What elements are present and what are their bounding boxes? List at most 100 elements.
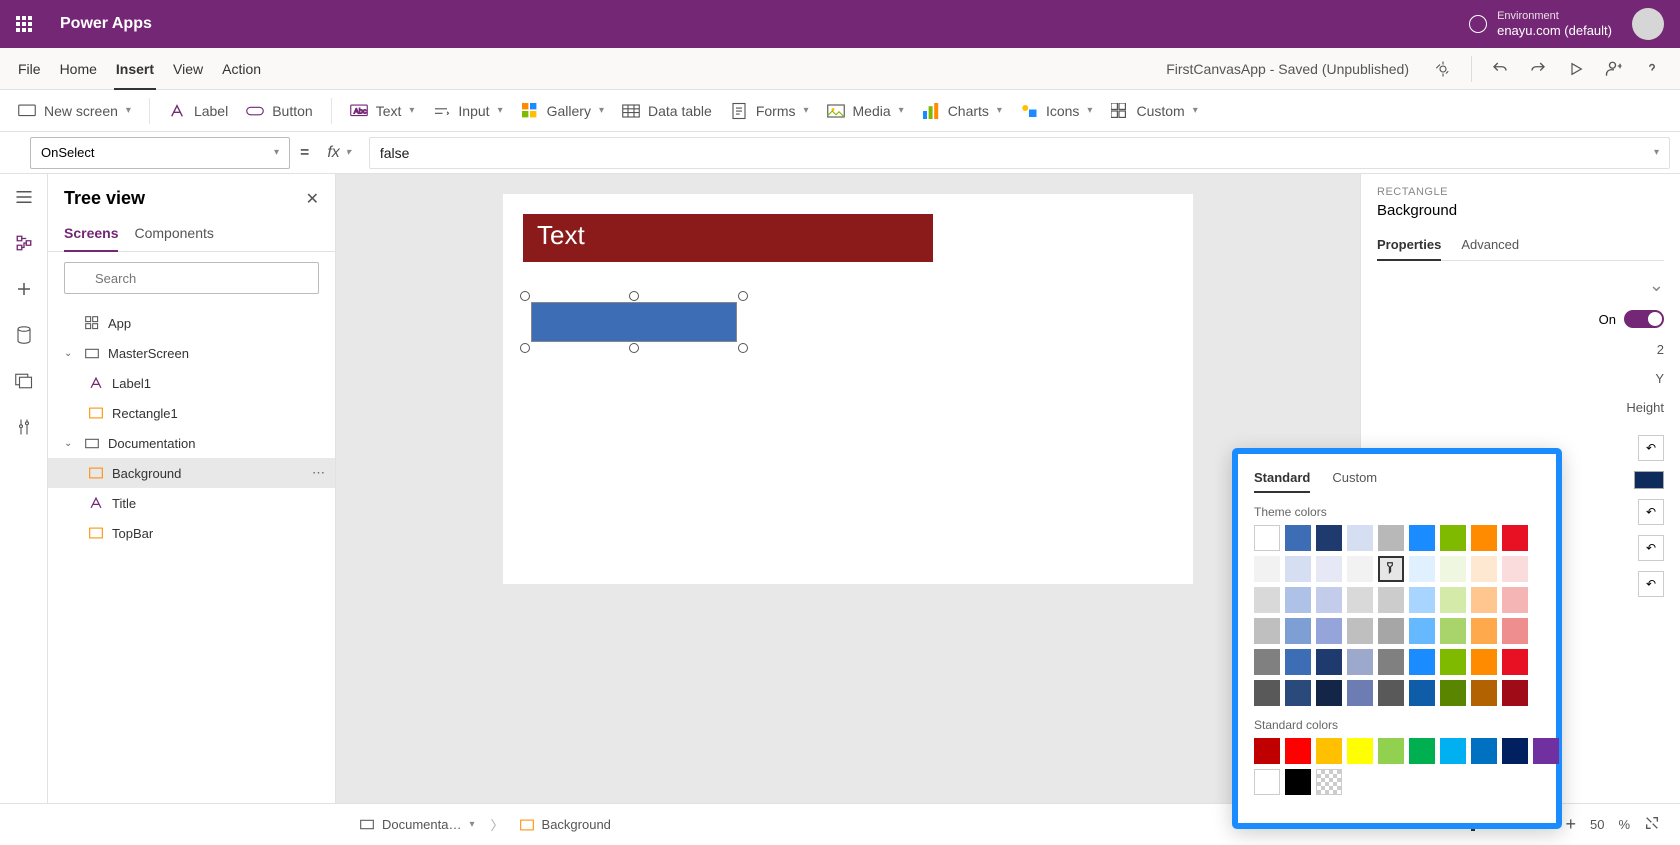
canvas-area[interactable]: Text — [336, 174, 1360, 803]
color-swatch[interactable] — [1254, 556, 1280, 582]
color-swatch[interactable] — [1316, 587, 1342, 613]
tree-node-masterscreen[interactable]: ⌄ MasterScreen — [48, 338, 335, 368]
zoom-in-icon[interactable]: + — [1565, 814, 1576, 835]
search-input[interactable] — [64, 262, 319, 294]
color-swatch[interactable] — [1409, 587, 1435, 613]
media-dropdown[interactable]: Media ▾ — [827, 102, 904, 120]
custom-dropdown[interactable]: Custom ▾ — [1110, 102, 1197, 120]
color-reset-icon[interactable]: ↶ — [1638, 435, 1664, 461]
color-swatch[interactable] — [1409, 618, 1435, 644]
color-swatch[interactable] — [1471, 738, 1497, 764]
data-icon[interactable] — [13, 324, 35, 346]
color-swatch[interactable] — [1347, 680, 1373, 706]
gallery-dropdown[interactable]: Gallery ▾ — [521, 102, 604, 120]
visible-toggle[interactable] — [1624, 310, 1664, 328]
tree-node-documentation[interactable]: ⌄ Documentation — [48, 428, 335, 458]
color-swatch[interactable] — [1502, 649, 1528, 675]
color-swatch[interactable] — [1285, 769, 1311, 795]
color-swatch[interactable] — [1347, 525, 1373, 551]
color-swatch[interactable] — [1316, 618, 1342, 644]
color-swatch[interactable] — [1440, 680, 1466, 706]
add-icon[interactable] — [13, 278, 35, 300]
color-swatch[interactable] — [1378, 680, 1404, 706]
tab-components[interactable]: Components — [134, 219, 213, 251]
color-swatch[interactable] — [1440, 618, 1466, 644]
color-swatch[interactable] — [1471, 680, 1497, 706]
icons-dropdown[interactable]: Icons ▾ — [1020, 102, 1093, 120]
color-swatch[interactable] — [1285, 556, 1311, 582]
tree-node-background[interactable]: Background ⋯ — [48, 458, 335, 488]
border-reset-icon[interactable]: ↶ — [1638, 499, 1664, 525]
pressed-reset-icon[interactable]: ↶ — [1638, 571, 1664, 597]
color-swatch[interactable] — [1254, 525, 1280, 551]
more-icon[interactable]: ⋯ — [312, 465, 325, 481]
color-swatch[interactable] — [1502, 587, 1528, 613]
color-swatch[interactable] — [1254, 680, 1280, 706]
color-swatch[interactable] — [1347, 587, 1373, 613]
color-swatch[interactable] — [1471, 618, 1497, 644]
color-swatch[interactable] — [1471, 587, 1497, 613]
tab-properties[interactable]: Properties — [1377, 231, 1441, 260]
forms-dropdown[interactable]: Forms ▾ — [730, 102, 809, 120]
app-launcher-icon[interactable] — [16, 16, 32, 32]
color-swatch[interactable] — [1409, 680, 1435, 706]
app-checker-icon[interactable] — [1433, 59, 1453, 79]
new-screen-button[interactable]: New screen ▾ — [18, 102, 131, 120]
collapse-icon[interactable]: ⌄ — [64, 438, 76, 449]
color-swatch[interactable] — [1347, 556, 1373, 582]
tab-custom-colors[interactable]: Custom — [1332, 464, 1377, 493]
breadcrumb-screen[interactable]: Documenta… ▾ — [360, 817, 475, 832]
color-swatch[interactable] — [1378, 618, 1404, 644]
canvas-selected-rectangle[interactable] — [531, 302, 737, 342]
color-swatch[interactable] — [1285, 618, 1311, 644]
color-swatch[interactable] — [1316, 649, 1342, 675]
color-swatch[interactable] — [1440, 525, 1466, 551]
color-swatch[interactable] — [1533, 738, 1559, 764]
property-dropdown[interactable]: OnSelect ▾ — [30, 137, 290, 169]
color-swatch[interactable] — [1378, 587, 1404, 613]
user-avatar[interactable] — [1632, 8, 1664, 40]
color-swatch[interactable] — [1285, 738, 1311, 764]
color-swatch[interactable] — [1471, 556, 1497, 582]
color-swatch[interactable] — [1285, 525, 1311, 551]
share-icon[interactable] — [1604, 59, 1624, 79]
color-swatch[interactable] — [1347, 738, 1373, 764]
tab-advanced[interactable]: Advanced — [1461, 231, 1519, 260]
menu-home[interactable]: Home — [60, 48, 97, 89]
hover-reset-icon[interactable]: ↶ — [1638, 535, 1664, 561]
color-swatch[interactable] — [1378, 556, 1404, 582]
color-swatch[interactable] — [1285, 587, 1311, 613]
color-swatch[interactable] — [1471, 649, 1497, 675]
play-icon[interactable] — [1566, 59, 1586, 79]
redo-icon[interactable] — [1528, 59, 1548, 79]
canvas[interactable]: Text — [503, 194, 1193, 584]
tab-standard-colors[interactable]: Standard — [1254, 464, 1310, 493]
color-swatch[interactable] — [1471, 525, 1497, 551]
color-swatch[interactable] — [1440, 587, 1466, 613]
canvas-topbar-shape[interactable]: Text — [523, 214, 933, 262]
menu-file[interactable]: File — [18, 48, 41, 89]
tree-node-label1[interactable]: Label1 — [48, 368, 335, 398]
color-swatch[interactable] — [1409, 556, 1435, 582]
color-swatch[interactable] — [1285, 649, 1311, 675]
color-swatch[interactable] — [1409, 738, 1435, 764]
color-swatch[interactable] — [1254, 587, 1280, 613]
color-swatch[interactable] — [1285, 680, 1311, 706]
color-swatch[interactable] — [1409, 649, 1435, 675]
chevron-down-icon[interactable]: ▾ — [469, 819, 474, 830]
color-swatch[interactable] — [1378, 738, 1404, 764]
color-swatch[interactable] — [1254, 618, 1280, 644]
color-swatch[interactable] — [1316, 556, 1342, 582]
text-dropdown[interactable]: Abc Text ▾ — [350, 102, 415, 120]
color-swatch[interactable] — [1254, 738, 1280, 764]
color-swatch[interactable] — [1409, 525, 1435, 551]
charts-dropdown[interactable]: Charts ▾ — [922, 102, 1002, 120]
color-swatch[interactable] — [1316, 680, 1342, 706]
input-dropdown[interactable]: Input ▾ — [432, 102, 502, 120]
tree-node-rectangle1[interactable]: Rectangle1 — [48, 398, 335, 428]
color-swatch[interactable] — [1378, 649, 1404, 675]
undo-icon[interactable] — [1490, 59, 1510, 79]
color-swatch[interactable] — [1440, 556, 1466, 582]
menu-view[interactable]: View — [173, 48, 203, 89]
fit-screen-icon[interactable] — [1644, 815, 1660, 834]
